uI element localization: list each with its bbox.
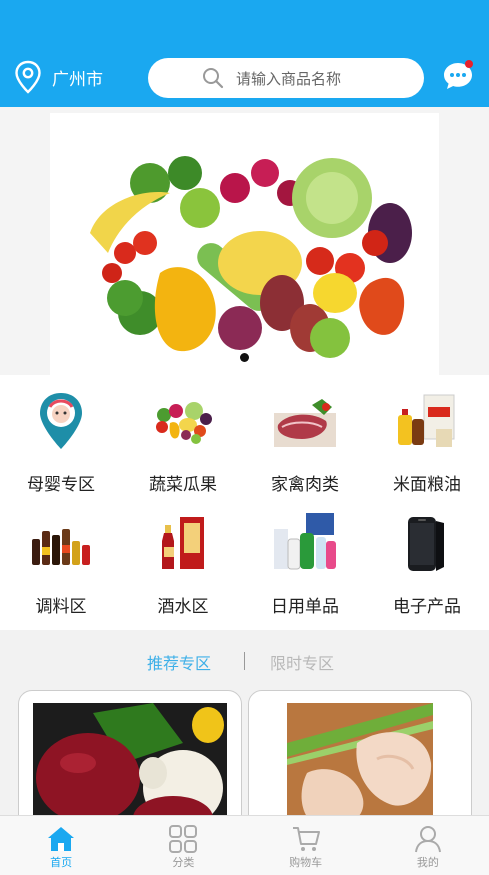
category-label: 日用单品 — [271, 597, 339, 617]
category-daily-goods[interactable]: 日用单品 — [244, 497, 366, 617]
nav-label: 分类 — [172, 856, 195, 869]
tab-recommended[interactable]: 推荐专区 — [147, 650, 211, 674]
search-bar[interactable]: 请输入商品名称 — [148, 58, 424, 98]
top-header: 广州市 请输入商品名称 — [0, 0, 489, 107]
banner-carousel[interactable] — [0, 107, 489, 375]
liquor-image — [150, 511, 216, 577]
fruits-vegetables-illustration — [50, 113, 439, 375]
category-label: 调料区 — [35, 597, 87, 617]
nav-item-home[interactable]: 首页 — [0, 816, 122, 875]
home-icon — [48, 827, 74, 851]
nav-label: 购物车 — [289, 856, 323, 869]
nav-item-profile[interactable]: 我的 — [367, 816, 489, 875]
tab-limited[interactable]: 限时专区 — [270, 650, 334, 674]
category-meat[interactable]: 家禽肉类 — [244, 375, 366, 495]
meat-image — [272, 389, 338, 455]
unread-badge — [465, 60, 473, 68]
chat-bubble-icon[interactable] — [442, 60, 474, 92]
search-icon — [203, 68, 224, 89]
location-label: 广州市 — [52, 69, 103, 90]
smartphone-image — [394, 511, 460, 577]
location-pin-icon — [15, 60, 41, 94]
product-image — [287, 703, 433, 829]
baby-mother-icon — [28, 389, 94, 455]
chicken-wings-photo — [287, 703, 433, 829]
category-grain-oil[interactable]: 米面粮油 — [366, 375, 488, 495]
carousel-indicator-dot[interactable] — [240, 353, 249, 362]
banner-image[interactable] — [50, 113, 439, 375]
grain-oil-image — [394, 389, 460, 455]
tab-divider — [244, 652, 245, 670]
search-placeholder: 请输入商品名称 — [236, 69, 342, 88]
nav-item-cart[interactable]: 购物车 — [245, 816, 367, 875]
daily-goods-image — [272, 511, 338, 577]
category-grid: 母婴专区 蔬菜瓜果 家禽肉类 米面粮油 调料区 酒水区 日用单品 电子产品 — [0, 375, 489, 630]
product-card[interactable] — [18, 690, 242, 830]
seasoning-bottles-image — [28, 511, 94, 577]
grid-icon — [169, 825, 198, 853]
category-label: 家禽肉类 — [271, 475, 339, 495]
location-selector[interactable]: 广州市 — [14, 60, 103, 94]
category-label: 酒水区 — [157, 597, 209, 617]
red-apple-photo — [33, 703, 227, 829]
category-label: 米面粮油 — [393, 475, 461, 495]
nav-label: 我的 — [416, 856, 439, 869]
category-label: 电子产品 — [393, 597, 461, 617]
product-image — [33, 703, 227, 829]
section-tabs: 推荐专区 限时专区 — [0, 630, 489, 690]
category-baby[interactable]: 母婴专区 — [0, 375, 122, 495]
bottom-nav: 首页 分类 购物车 我的 — [0, 815, 489, 875]
category-label: 蔬菜瓜果 — [149, 475, 217, 495]
user-icon — [414, 826, 441, 853]
product-card[interactable] — [248, 690, 472, 830]
vegetables-fruits-image — [150, 389, 216, 455]
category-liquor[interactable]: 酒水区 — [122, 497, 244, 617]
nav-item-category[interactable]: 分类 — [122, 816, 244, 875]
nav-label: 首页 — [50, 856, 73, 869]
category-seasoning[interactable]: 调料区 — [0, 497, 122, 617]
cart-icon — [292, 827, 320, 851]
category-electronics[interactable]: 电子产品 — [366, 497, 488, 617]
category-label: 母婴专区 — [27, 475, 95, 495]
category-vegetables[interactable]: 蔬菜瓜果 — [122, 375, 244, 495]
